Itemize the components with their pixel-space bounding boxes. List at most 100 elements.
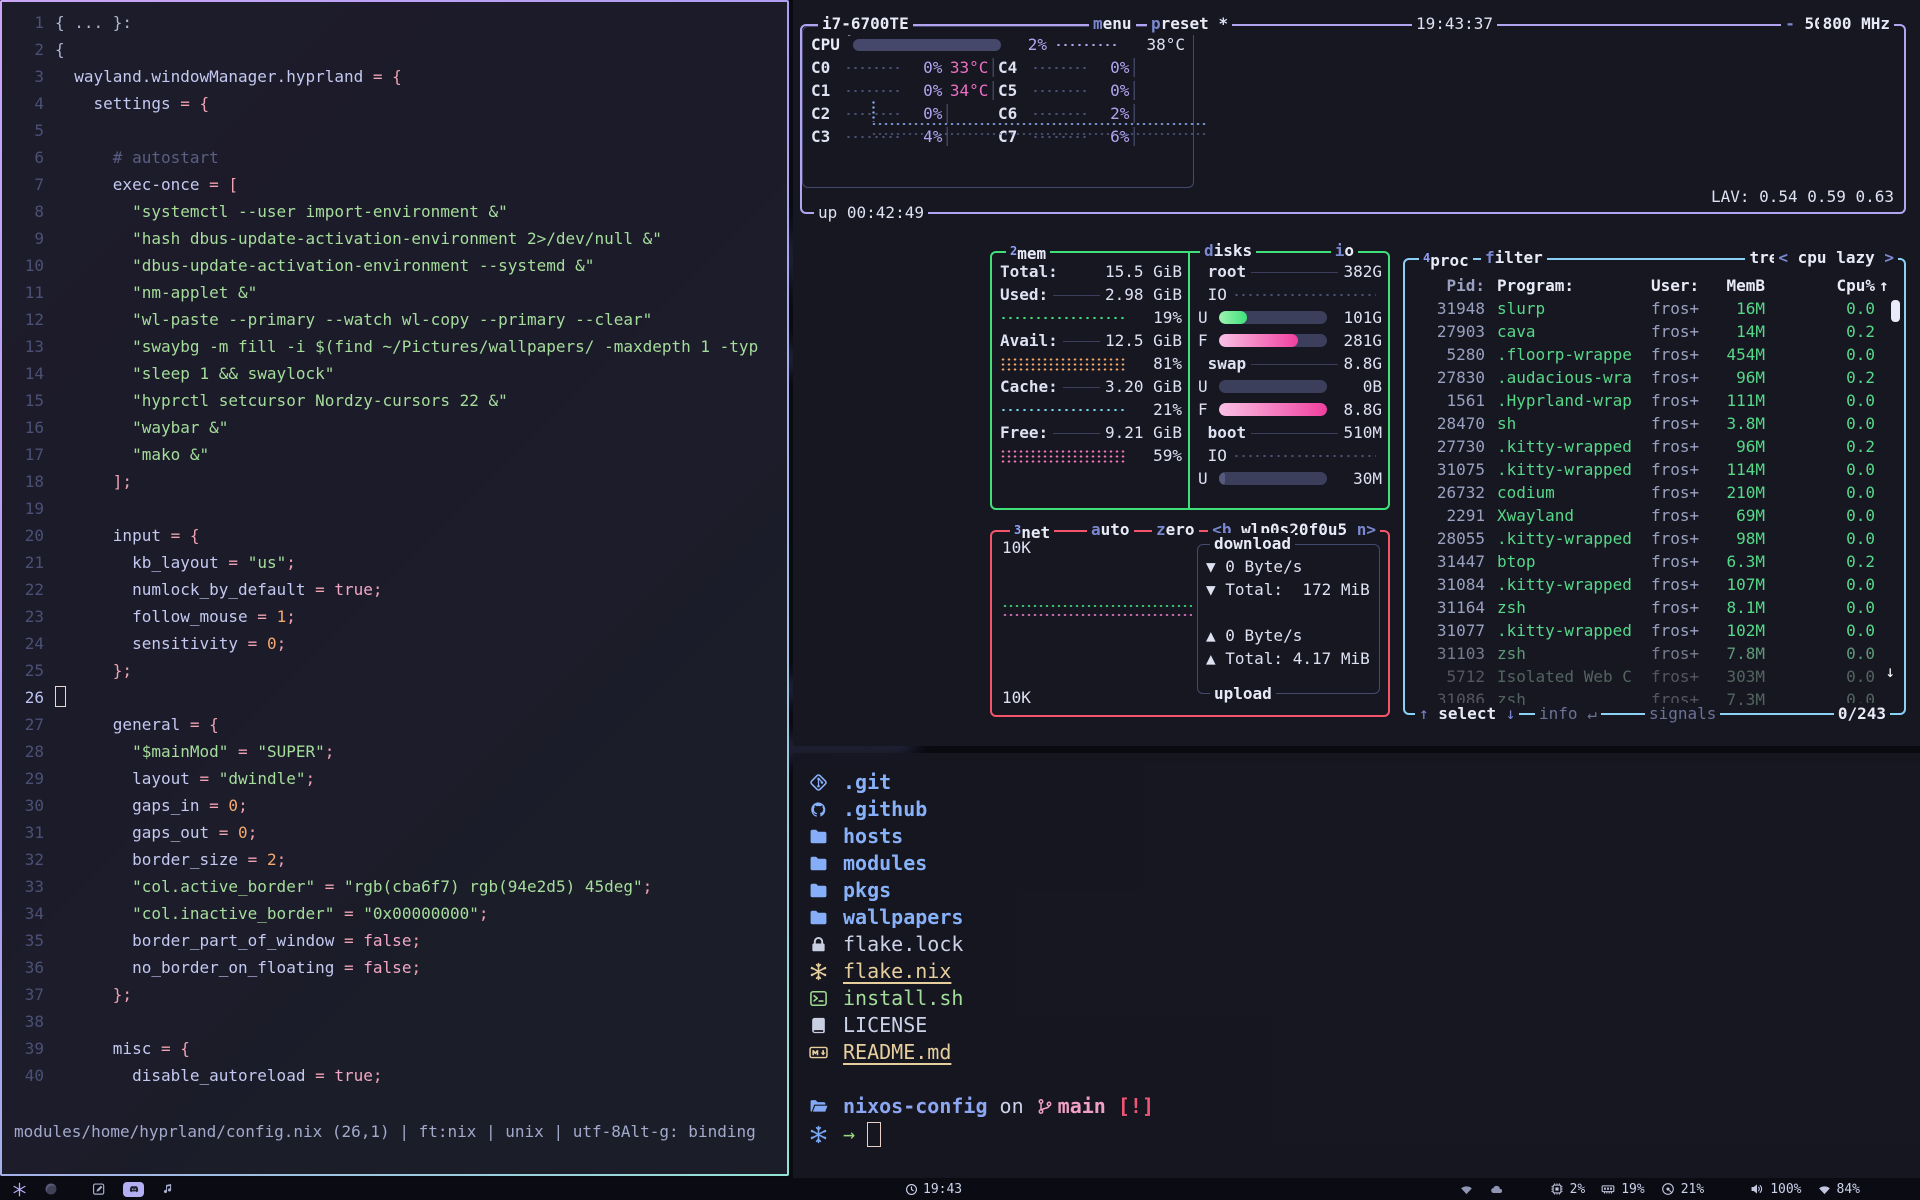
editor-line[interactable]: 16 "waybar &" [2, 414, 787, 441]
editor-line[interactable]: 26 [2, 684, 787, 711]
info-control[interactable]: info ↵ [1535, 703, 1601, 725]
editor-line[interactable]: 13 "swaybg -m fill -i $(find ~/Pictures/… [2, 333, 787, 360]
process-row[interactable]: 27730.kitty-wrappedfros+96M0.2 [1413, 435, 1900, 458]
proc-panel-title[interactable]: 4proc [1419, 247, 1473, 272]
io-toggle[interactable]: io [1331, 240, 1358, 262]
editor-line[interactable]: 4 settings = { [2, 90, 787, 117]
net-zero-button[interactable]: zero [1152, 519, 1199, 541]
editor-line[interactable]: 12 "wl-paste --primary --watch wl-copy -… [2, 306, 787, 333]
notes-icon[interactable] [92, 1182, 106, 1196]
editor-line[interactable]: 31 gaps_out = 0; [2, 819, 787, 846]
line-content: "swaybg -m fill -i $(find ~/Pictures/wal… [55, 333, 758, 360]
process-row[interactable]: 28470shfros+3.8M0.0 [1413, 412, 1900, 435]
editor-line[interactable]: 18 ]; [2, 468, 787, 495]
filter-button[interactable]: filter [1481, 247, 1547, 269]
select-control[interactable]: ↑ select ↓ [1415, 703, 1519, 725]
net-auto-button[interactable]: auto [1087, 519, 1134, 541]
shell-prompt: nixos-config on main [!] [809, 1093, 1920, 1120]
process-row[interactable]: 27830.audacious-wrafros+96M0.2 [1413, 366, 1900, 389]
process-row[interactable]: 27903cavafros+14M0.2 [1413, 320, 1900, 343]
process-row[interactable]: 31084.kitty-wrappedfros+107M0.0 [1413, 573, 1900, 596]
editor-line[interactable]: 29 layout = "dwindle"; [2, 765, 787, 792]
disks-title[interactable]: disks [1200, 240, 1256, 262]
editor-line[interactable]: 24 sensitivity = 0; [2, 630, 787, 657]
line-number: 8 [2, 198, 55, 225]
line-number: 26 [2, 684, 55, 711]
editor-line[interactable]: 38 [2, 1008, 787, 1035]
process-row[interactable]: 31075.kitty-wrappedfros+114M0.0 [1413, 458, 1900, 481]
signals-control[interactable]: signals [1645, 703, 1720, 725]
editor-line[interactable]: 14 "sleep 1 && swaylock" [2, 360, 787, 387]
cpu-history-graph-dim [871, 132, 1208, 136]
editor-line[interactable]: 37 }; [2, 981, 787, 1008]
upload-total: ▲ Total: 4.17 MiB [1206, 647, 1370, 670]
editor-line[interactable]: 34 "col.inactive_border" = "0x00000000"; [2, 900, 787, 927]
editor-line[interactable]: 10 "dbus-update-activation-environment -… [2, 252, 787, 279]
editor-line[interactable]: 40 disable_autoreload = true; [2, 1062, 787, 1089]
preset-button[interactable]: preset * [1147, 13, 1232, 35]
waybar-stat-speaker: 100% [1750, 1182, 1801, 1197]
editor-line[interactable]: 1{ ... }: [2, 9, 787, 36]
editor-line[interactable]: 9 "hash dbus-update-activation-environme… [2, 225, 787, 252]
process-row[interactable]: 1561.Hyprland-wrapfros+111M0.0 [1413, 389, 1900, 412]
waybar-stat-chip: 2% [1550, 1182, 1586, 1197]
download-total: ▼ Total: 172 MiB [1206, 578, 1370, 601]
process-row[interactable]: 26732codiumfros+210M0.0 [1413, 481, 1900, 504]
circle-icon[interactable] [44, 1182, 58, 1196]
code-area[interactable]: 1{ ... }:2{3 wayland.windowManager.hyprl… [2, 9, 787, 1089]
waybar-clock-module[interactable]: 19:43 [905, 1182, 962, 1197]
editor-line[interactable]: 23 follow_mouse = 1; [2, 603, 787, 630]
editor-line[interactable]: 3 wayland.windowManager.hyprland = { [2, 63, 787, 90]
editor-line[interactable]: 15 "hyprctl setcursor Nordzy-cursors 22 … [2, 387, 787, 414]
process-row[interactable]: 31447btopfros+6.3M0.2 [1413, 550, 1900, 573]
editor-line[interactable]: 7 exec-once = [ [2, 171, 787, 198]
nix-icon[interactable] [12, 1182, 27, 1197]
file-name: modules [843, 850, 927, 877]
editor-line[interactable]: 28 "$mainMod" = "SUPER"; [2, 738, 787, 765]
process-row[interactable]: 5280.floorp-wrappefros+454M0.0 [1413, 343, 1900, 366]
process-row[interactable]: 28055.kitty-wrappedfros+98M0.0 [1413, 527, 1900, 550]
proc-scrollbar-thumb[interactable] [1891, 300, 1900, 322]
editor-line[interactable]: 5 [2, 117, 787, 144]
tray-wifi-icon[interactable] [1460, 1183, 1473, 1196]
editor-line[interactable]: 17 "mako &" [2, 441, 787, 468]
editor-line[interactable]: 33 "col.active_border" = "rgb(cba6f7) rg… [2, 873, 787, 900]
process-row[interactable]: 31103zshfros+7.8M0.0 [1413, 642, 1900, 665]
discord-icon[interactable] [123, 1182, 144, 1197]
editor-line[interactable]: 2{ [2, 36, 787, 63]
cpu-core-row: C00%33°C│ [811, 56, 998, 79]
helix-editor[interactable]: 1{ ... }:2{3 wayland.windowManager.hyprl… [2, 2, 787, 1174]
music-icon[interactable] [161, 1182, 174, 1196]
process-row[interactable]: 31077.kitty-wrappedfros+102M0.0 [1413, 619, 1900, 642]
editor-line[interactable]: 19 [2, 495, 787, 522]
cpu-core-row: C76%│ [998, 125, 1185, 148]
editor-line[interactable]: 22 numlock_by_default = true; [2, 576, 787, 603]
tray-cloud-icon[interactable] [1489, 1183, 1504, 1196]
line-content: exec-once = [ [55, 171, 238, 198]
editor-line[interactable]: 32 border_size = 2; [2, 846, 787, 873]
terminal-window[interactable]: .git.githubhostsmodulespkgswallpapersfla… [793, 753, 1920, 1178]
lock-icon [809, 935, 833, 954]
process-row[interactable]: 2291Xwaylandfros+69M0.0 [1413, 504, 1900, 527]
process-row[interactable]: 31164zshfros+8.1M0.0 [1413, 596, 1900, 619]
stat-value: 84% [1837, 1182, 1860, 1197]
mem-panel: 2mem disks io Total:15.5 GiBUsed:2.98 Gi… [990, 251, 1390, 510]
stat-value: 19% [1621, 1182, 1644, 1197]
editor-line[interactable]: 35 border_part_of_window = false; [2, 927, 787, 954]
editor-line[interactable]: 25 }; [2, 657, 787, 684]
editor-line[interactable]: 20 input = { [2, 522, 787, 549]
editor-line[interactable]: 11 "nm-applet &" [2, 279, 787, 306]
editor-line[interactable]: 21 kb_layout = "us"; [2, 549, 787, 576]
process-row[interactable]: 5712Isolated Web Cfros+303M0.0 [1413, 665, 1900, 688]
editor-line[interactable]: 8 "systemctl --user import-environment &… [2, 198, 787, 225]
sort-selector[interactable]: < cpu lazy > [1774, 247, 1898, 269]
menu-button[interactable]: menu [1089, 13, 1136, 35]
editor-line[interactable]: 39 misc = { [2, 1035, 787, 1062]
editor-line[interactable]: 30 gaps_in = 0; [2, 792, 787, 819]
process-list[interactable]: 31948slurpfros+16M0.027903cavafros+14M0.… [1413, 297, 1900, 711]
process-row[interactable]: 31948slurpfros+16M0.0 [1413, 297, 1900, 320]
editor-line[interactable]: 27 general = { [2, 711, 787, 738]
editor-line[interactable]: 36 no_border_on_floating = false; [2, 954, 787, 981]
shell-input-line[interactable]: → [809, 1120, 1920, 1149]
editor-line[interactable]: 6 # autostart [2, 144, 787, 171]
